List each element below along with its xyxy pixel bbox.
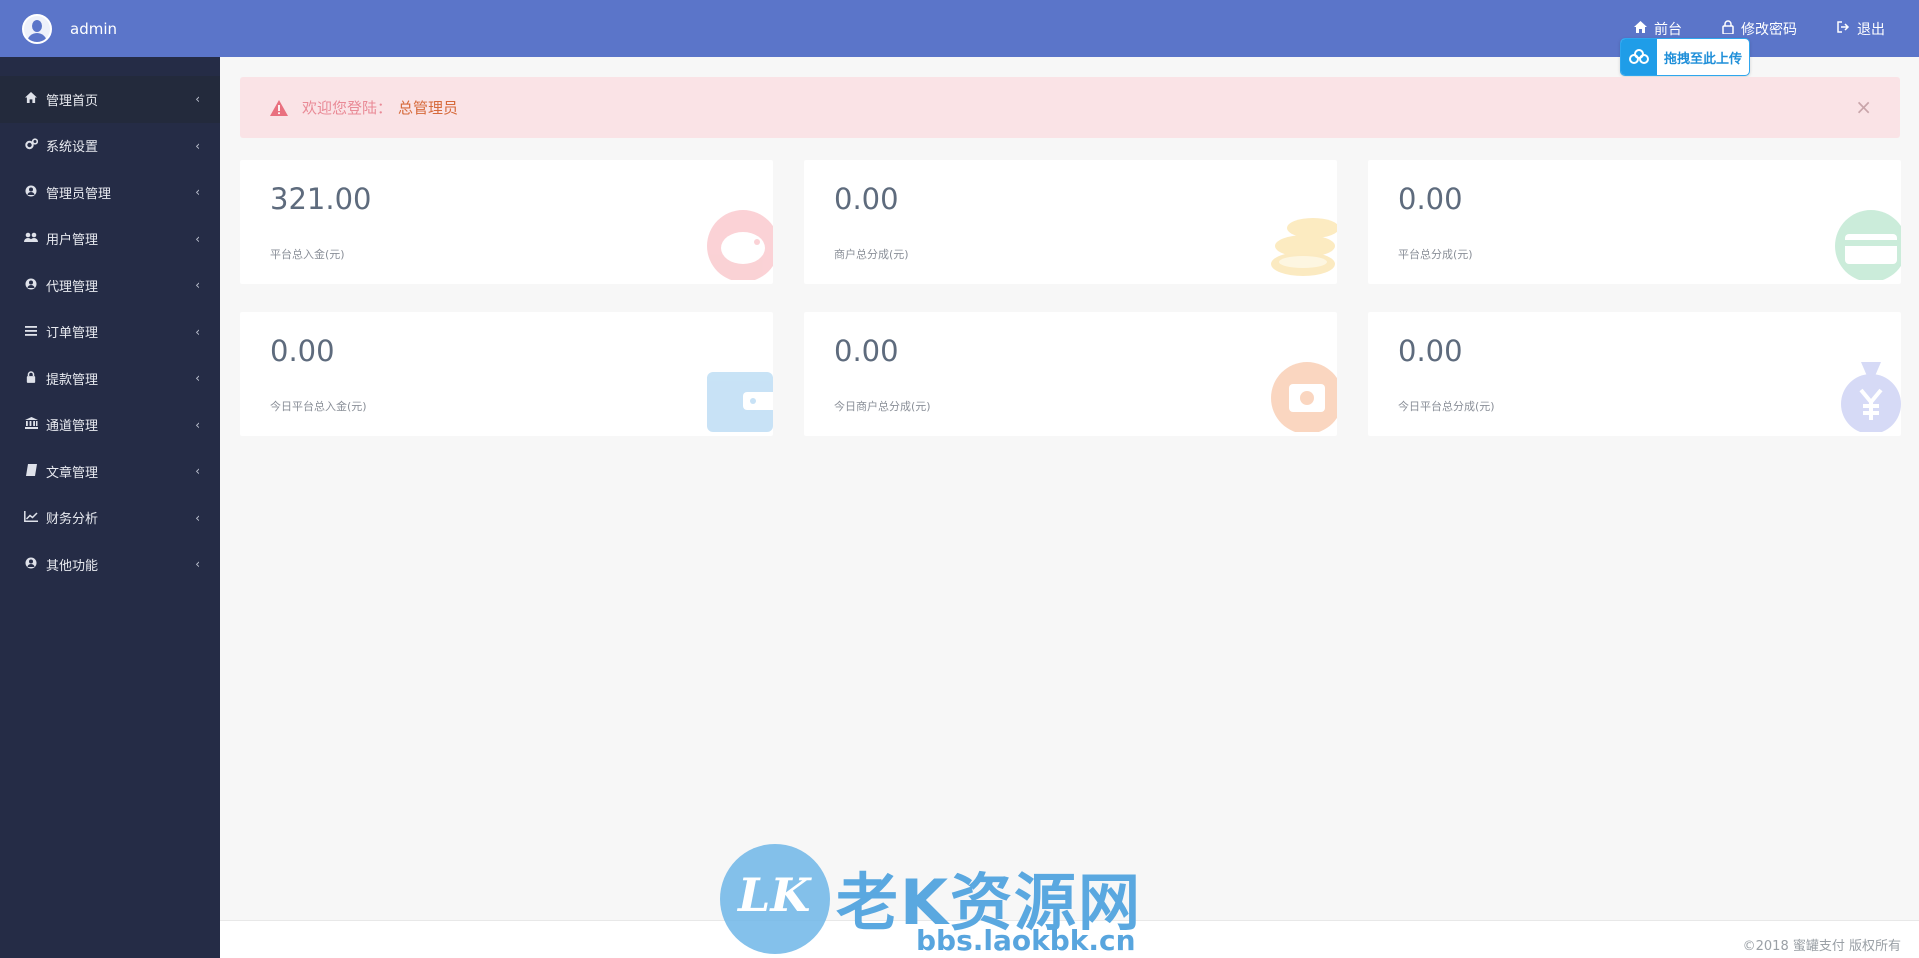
stat-card-merchant-share: 0.00 商户总分成(元) [804, 160, 1337, 284]
chevron-left-icon: ‹ [195, 185, 200, 200]
watermark-logo-text: LK [738, 868, 811, 922]
sidebar-item-label: 提款管理 [46, 372, 99, 388]
drag-upload-button[interactable]: 拖拽至此上传 [1620, 38, 1750, 76]
watermark: LK 老K资源网 bbs.laokbk.cn [720, 844, 1200, 958]
drag-upload-label: 拖拽至此上传 [1664, 51, 1743, 67]
chevron-left-icon: ‹ [195, 231, 200, 246]
sidebar-item-order-management[interactable]: 订单管理 ‹ [0, 309, 220, 356]
chevron-left-icon: ‹ [195, 92, 200, 107]
stat-card-total-deposit: 321.00 平台总入金(元) [240, 160, 773, 284]
stat-caption: 平台总入金(元) [270, 248, 345, 261]
chevron-left-icon: ‹ [195, 324, 200, 339]
money-circle-icon [1271, 362, 1337, 432]
users-icon [24, 232, 38, 246]
stat-caption: 今日平台总入金(元) [270, 400, 367, 413]
wallet-icon [707, 372, 773, 432]
chevron-left-icon: ‹ [195, 557, 200, 572]
sidebar-item-label: 用户管理 [46, 233, 99, 249]
book-icon [24, 463, 38, 479]
welcome-message: 欢迎您登陆： [302, 99, 393, 117]
sidebar-item-financial-analysis[interactable]: 财务分析 ‹ [0, 495, 220, 542]
stat-card-today-merchant-share: 0.00 今日商户总分成(元) [804, 312, 1337, 436]
sidebar-item-label: 订单管理 [46, 326, 99, 342]
gears-icon [24, 138, 38, 153]
sidebar-item-withdrawal-management[interactable]: 提款管理 ‹ [0, 355, 220, 402]
sidebar-item-agent-management[interactable]: 代理管理 ‹ [0, 262, 220, 309]
avatar[interactable] [22, 13, 52, 44]
sidebar-item-label: 财务分析 [46, 512, 99, 528]
sidebar-item-label: 通道管理 [46, 419, 99, 435]
cloud-upload-icon [1621, 39, 1657, 75]
user-role: 总管理员 [398, 99, 459, 117]
chevron-left-icon: ‹ [195, 417, 200, 432]
warning-icon [270, 99, 288, 116]
stat-value: 0.00 [834, 182, 899, 216]
sidebar-item-label: 代理管理 [46, 279, 99, 295]
frontend-link-label: 前台 [1654, 21, 1682, 38]
chevron-left-icon: ‹ [195, 464, 200, 479]
sidebar-item-system-settings[interactable]: 系统设置 ‹ [0, 123, 220, 170]
user-circle-icon [24, 557, 38, 572]
sidebar-item-label: 文章管理 [46, 465, 99, 481]
home-icon [1634, 20, 1647, 37]
lock-icon [24, 371, 38, 386]
sidebar-item-label: 其他功能 [46, 558, 99, 574]
bank-icon [24, 417, 38, 432]
logout-label: 退出 [1857, 21, 1885, 38]
user-circle-icon [24, 278, 38, 293]
watermark-site-url: bbs.laokbk.cn [916, 924, 1136, 957]
sidebar-item-article-management[interactable]: 文章管理 ‹ [0, 448, 220, 495]
stat-card-today-deposit: 0.00 今日平台总入金(元) [240, 312, 773, 436]
sidebar-item-admin-management[interactable]: 管理员管理 ‹ [0, 169, 220, 216]
chevron-left-icon: ‹ [195, 510, 200, 525]
sidebar-item-label: 系统设置 [46, 140, 99, 156]
stat-caption: 今日平台总分成(元) [1398, 400, 1495, 413]
sidebar: 管理首页 ‹ 系统设置 ‹ 管理员管理 ‹ 用户管理 ‹ 代理管理 ‹ 订单管理… [0, 57, 220, 958]
change-password-link[interactable]: 修改密码 [1722, 19, 1797, 39]
stat-caption: 今日商户总分成(元) [834, 400, 931, 413]
sidebar-item-label: 管理员管理 [46, 186, 112, 202]
username[interactable]: admin [70, 20, 117, 38]
sidebar-item-user-management[interactable]: 用户管理 ‹ [0, 216, 220, 263]
stat-caption: 商户总分成(元) [834, 248, 909, 261]
stat-value: 0.00 [270, 334, 335, 368]
line-chart-icon [24, 510, 38, 525]
welcome-alert: 欢迎您登陆： 总管理员 × [240, 77, 1900, 138]
money-bag-icon [1841, 362, 1901, 432]
copyright-text: ©2018 蜜罐支付 版权所有 [1742, 939, 1901, 954]
chevron-left-icon: ‹ [195, 138, 200, 153]
stat-value: 0.00 [834, 334, 899, 368]
sidebar-item-dashboard[interactable]: 管理首页 ‹ [0, 76, 220, 123]
coins-icon [1271, 218, 1337, 276]
sidebar-item-other-functions[interactable]: 其他功能 ‹ [0, 541, 220, 588]
piggy-bank-icon [707, 210, 773, 280]
chevron-left-icon: ‹ [195, 371, 200, 386]
logout-link[interactable]: 退出 [1837, 19, 1885, 39]
sidebar-item-label: 管理首页 [46, 93, 99, 109]
sidebar-item-channel-management[interactable]: 通道管理 ‹ [0, 402, 220, 449]
home-icon [24, 92, 38, 106]
stat-card-platform-share: 0.00 平台总分成(元) [1368, 160, 1901, 284]
lock-icon [1722, 19, 1734, 38]
chevron-left-icon: ‹ [195, 278, 200, 293]
stat-caption: 平台总分成(元) [1398, 248, 1473, 261]
stat-value: 321.00 [270, 182, 372, 216]
user-circle-icon [24, 185, 38, 200]
stat-card-today-platform-share: 0.00 今日平台总分成(元) [1368, 312, 1901, 436]
stat-value: 0.00 [1398, 182, 1463, 216]
close-icon[interactable]: × [1855, 95, 1872, 119]
change-password-label: 修改密码 [1741, 21, 1797, 38]
list-icon [24, 325, 38, 339]
frontend-link[interactable]: 前台 [1634, 19, 1682, 39]
credit-card-icon [1835, 210, 1901, 280]
logout-icon [1837, 20, 1850, 37]
stat-value: 0.00 [1398, 334, 1463, 368]
